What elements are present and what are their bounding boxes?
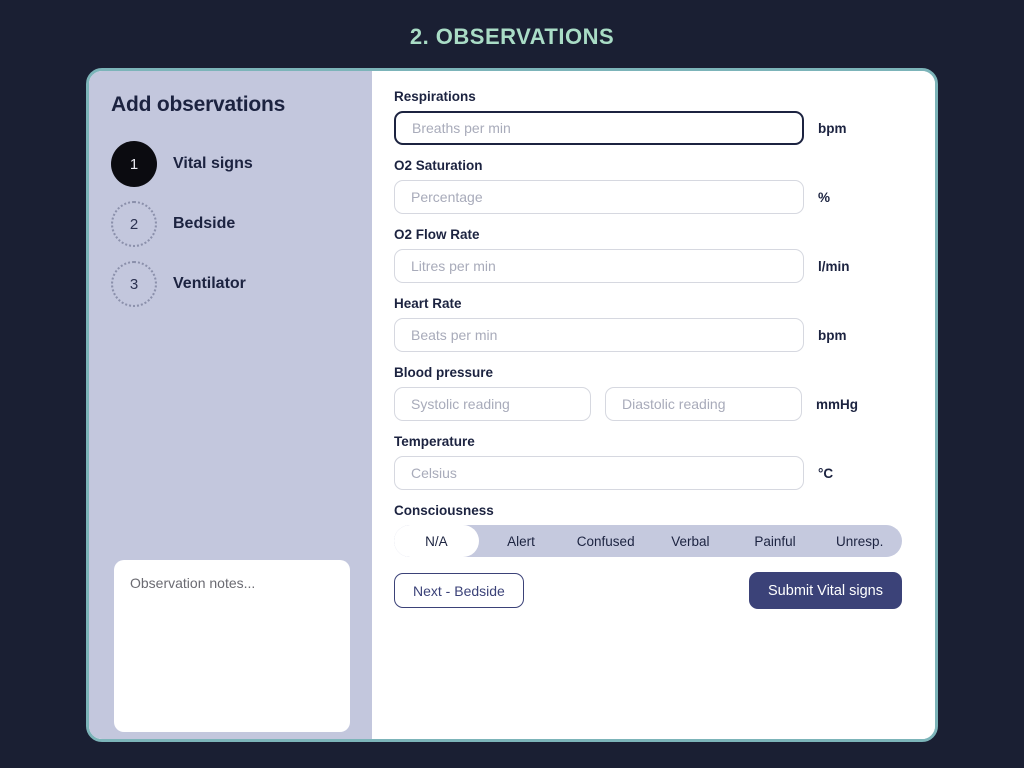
unit-o2-flow-rate: l/min xyxy=(818,258,850,274)
sidebar-step-label-3: Ventilator xyxy=(173,275,246,292)
label-temperature: Temperature xyxy=(394,434,475,449)
consciousness-option-confused[interactable]: Confused xyxy=(563,525,648,557)
field-consciousness: Consciousness N/A Alert Confused Verbal … xyxy=(394,503,913,557)
label-respirations: Respirations xyxy=(394,89,476,104)
input-o2-saturation[interactable] xyxy=(394,180,804,214)
consciousness-option-verbal[interactable]: Verbal xyxy=(648,525,733,557)
field-heart-rate: Heart Rate bpm xyxy=(394,296,913,352)
form-footer: Next - Bedside Submit Vital signs xyxy=(394,572,902,609)
sidebar-step-label-2: Bedside xyxy=(173,215,236,232)
input-blood-pressure-systolic[interactable] xyxy=(394,387,591,421)
page-title: 2. OBSERVATIONS xyxy=(409,24,615,49)
submit-vital-signs-button[interactable]: Submit Vital signs xyxy=(749,572,902,609)
observation-notes-textarea[interactable] xyxy=(114,560,350,732)
sidebar-step-label-1: Vital signs xyxy=(173,155,253,172)
consciousness-option-painful[interactable]: Painful xyxy=(733,525,818,557)
consciousness-option-unresp[interactable]: Unresp. xyxy=(817,525,902,557)
input-blood-pressure-diastolic[interactable] xyxy=(605,387,802,421)
unit-respirations: bpm xyxy=(818,120,847,136)
sidebar-step-vital-signs[interactable]: 1 Vital signs xyxy=(111,141,372,187)
label-heart-rate: Heart Rate xyxy=(394,296,462,311)
field-blood-pressure: Blood pressure mmHg xyxy=(394,365,913,421)
unit-temperature: °C xyxy=(818,465,834,481)
sidebar-step-ventilator[interactable]: 3 Ventilator xyxy=(111,261,372,307)
input-heart-rate[interactable] xyxy=(394,318,804,352)
unit-blood-pressure: mmHg xyxy=(816,396,859,412)
step-number-badge-1: 1 xyxy=(111,141,157,187)
sidebar-heading: Add observations xyxy=(111,93,286,116)
field-respirations: Respirations bpm xyxy=(394,89,913,145)
unit-heart-rate: bpm xyxy=(818,327,847,343)
input-respirations[interactable] xyxy=(394,111,804,145)
vital-signs-form: Respirations bpm O2 Saturation % O2 Flow… xyxy=(372,71,935,739)
step-number-badge-2: 2 xyxy=(111,201,157,247)
consciousness-option-na[interactable]: N/A xyxy=(394,525,479,557)
step-number-badge-3: 3 xyxy=(111,261,157,307)
consciousness-segmented-control[interactable]: N/A Alert Confused Verbal Painful Unresp… xyxy=(394,525,902,557)
label-o2-saturation: O2 Saturation xyxy=(394,158,483,173)
label-consciousness: Consciousness xyxy=(394,503,494,518)
field-o2-flow-rate: O2 Flow Rate l/min xyxy=(394,227,913,283)
consciousness-option-alert[interactable]: Alert xyxy=(479,525,564,557)
input-temperature[interactable] xyxy=(394,456,804,490)
unit-o2-saturation: % xyxy=(818,189,831,205)
observations-card: Add observations 1 Vital signs 2 Bedside… xyxy=(86,68,938,742)
field-temperature: Temperature °C xyxy=(394,434,913,490)
sidebar-step-bedside[interactable]: 2 Bedside xyxy=(111,201,372,247)
label-blood-pressure: Blood pressure xyxy=(394,365,494,380)
next-bedside-button[interactable]: Next - Bedside xyxy=(394,573,524,608)
input-o2-flow-rate[interactable] xyxy=(394,249,804,283)
label-o2-flow-rate: O2 Flow Rate xyxy=(394,227,480,242)
sidebar: Add observations 1 Vital signs 2 Bedside… xyxy=(89,71,372,739)
field-o2-saturation: O2 Saturation % xyxy=(394,158,913,214)
